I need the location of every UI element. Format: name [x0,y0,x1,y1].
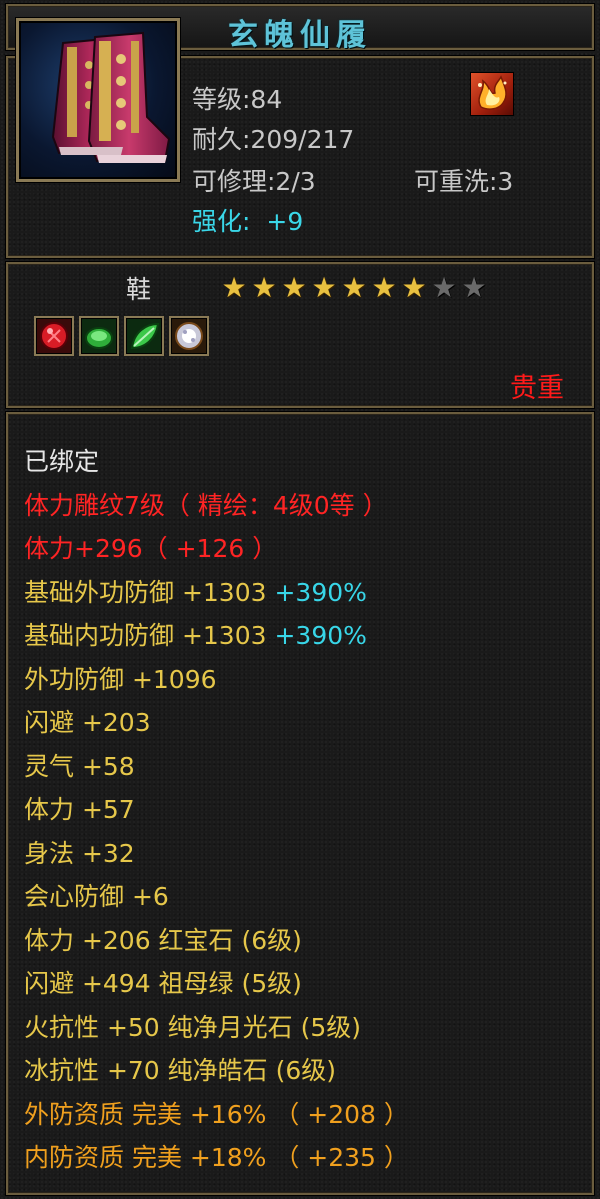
attribute-line: 外功防御 +1096 [24,658,409,702]
attribute-line: 火抗性 +50 纯净月光石 (5级) [24,1006,409,1050]
attribute-text: 冰抗性 +70 纯净皓石 (6级) [24,1056,337,1085]
item-repair-count: 可修理:2/3 [192,167,316,196]
attribute-text: 外防资质 完美 +16% （ +208 ） [24,1099,409,1129]
attribute-text: 基础外功防御 +1303 [24,577,275,607]
attribute-line: 体力 +57 [24,788,409,832]
star-empty-icon: ★ [431,271,457,304]
attribute-line: 灵气 +58 [24,745,409,789]
attribute-line: 冰抗性 +70 纯净皓石 (6级) [24,1049,409,1093]
attribute-line: 体力+296（ +126 ） [24,527,409,571]
attribute-line: 体力雕纹7级（ 精绘：4级0等 ） [24,484,409,528]
quality-label: 贵重 [510,373,564,404]
attribute-text: +390% [274,621,367,650]
attribute-list: 已绑定体力雕纹7级（ 精绘：4级0等 ） 体力+296（ +126 ） 基础外功防御… [24,440,409,1180]
attribute-text: 体力+296（ +126 ） [24,534,278,563]
star-filled-icon: ★ [221,271,247,304]
attribute-text: 基础内功防御 +1303 [24,621,275,650]
item-enhance: 强化: +9 [192,202,303,238]
attribute-line: 闪避 +203 [24,701,409,745]
star-filled-icon: ★ [371,271,397,304]
enhance-label: 强化: [192,207,251,236]
attribute-line: 会心防御 +6 [24,875,409,919]
attribute-line: 体力 +206 红宝石 (6级) [24,919,409,963]
attribute-text: 体力雕纹7级（ 精绘：4级0等 ） [24,490,388,520]
slot-type: 鞋 [126,275,152,304]
attribute-text: 会心防御 +6 [24,882,169,911]
star-filled-icon: ★ [251,271,277,304]
attribute-line: 内防资质 完美 +18% （ +235 ） [24,1136,409,1180]
item-tooltip: 玄魄仙履 等级:84 耐久:209/217 可修理:2/3 可重洗:3 强化: … [0,0,600,1199]
attribute-text: 已绑定 [24,447,100,476]
attribute-text: 体力 +57 [24,795,135,824]
star-filled-icon: ★ [281,271,307,304]
star-filled-icon: ★ [311,271,337,304]
attribute-text: 内防资质 完美 +18% （ +235 ） [24,1143,409,1172]
attribute-text: 灵气 +58 [24,751,135,781]
attribute-line: 已绑定 [24,440,409,484]
attribute-line: 基础内功防御 +1303 +390% [24,614,409,658]
star-filled-icon: ★ [401,271,427,304]
star-rating: ★ ★ ★ ★ ★ ★ ★ ★ ★ [220,274,488,304]
attribute-text: 身法 +32 [24,838,135,868]
diamond-gem-icon [169,316,209,356]
enhance-value: +9 [266,207,304,236]
item-level: 等级:84 [192,85,283,114]
attribute-text: 外功防御 +1096 [24,664,217,694]
gem-sockets [34,316,209,356]
attribute-line: 基础外功防御 +1303 +390% [24,571,409,615]
attribute-line: 闪避 +494 祖母绿 (5级) [24,962,409,1006]
attribute-text: 闪避 +494 祖母绿 (5级) [24,969,302,998]
star-filled-icon: ★ [341,271,367,304]
item-rewash-count: 可重洗:3 [414,167,514,196]
attribute-line: 身法 +32 [24,832,409,876]
item-durability: 耐久:209/217 [192,125,355,154]
attribute-text: 闪避 +203 [24,708,151,737]
flame-emblem-icon [470,72,514,116]
attribute-text: 火抗性 +50 纯净月光石 (5级) [24,1012,362,1042]
boots-icon [16,18,180,182]
emerald-gem-icon [79,316,119,356]
star-empty-icon: ★ [461,271,487,304]
attribute-line: 外防资质 完美 +16% （ +208 ） [24,1093,409,1137]
attribute-text: +390% [274,577,367,607]
attribute-text: 体力 +206 红宝石 (6级) [24,925,302,955]
jade-leaf-gem-icon [124,316,164,356]
ruby-gem-icon [34,316,74,356]
